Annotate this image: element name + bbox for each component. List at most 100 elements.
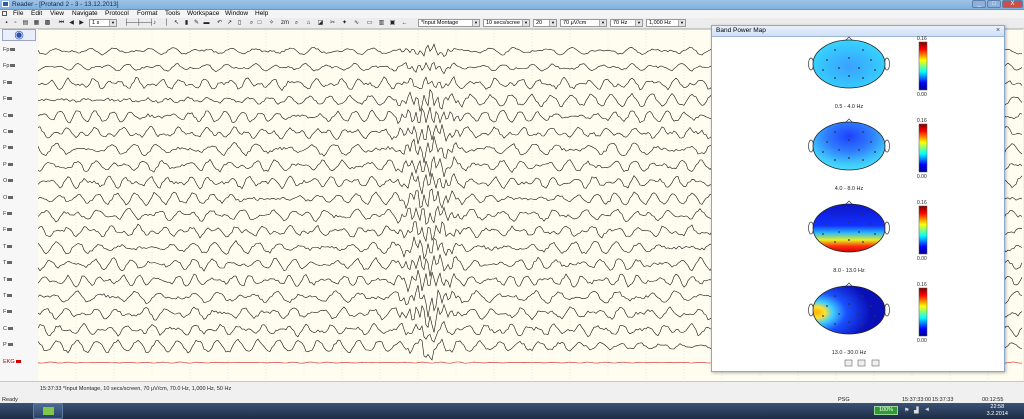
page-select[interactable]: 1 s ▼ — [89, 19, 117, 27]
gear-icon[interactable]: ✦ — [341, 19, 348, 27]
zoom-icon[interactable]: ⌕ — [248, 19, 255, 27]
pointer-icon[interactable]: ↖ — [173, 19, 180, 27]
print-icon[interactable] — [871, 359, 880, 367]
band-head-map: 0.5 - 4.0 Hz 0.16 0.00 — [808, 36, 928, 110]
montage-select[interactable]: *Input Montage ▼ — [418, 19, 480, 27]
channel-label[interactable]: Fp — [3, 47, 16, 53]
colorbar-max-label: 0.16 — [917, 36, 927, 42]
band-power-maps: 0.5 - 4.0 Hz 0.16 0.00 4.0 - 8.0 Hz 0.16 0.00… — [808, 36, 928, 367]
colorbar-max-label: 0.16 — [917, 282, 927, 288]
music-note-icon[interactable]: ♪ — [151, 19, 158, 27]
channel-label[interactable]: T — [3, 277, 13, 283]
menu-protocol[interactable]: Protocol — [105, 10, 129, 18]
channel-label[interactable]: F — [3, 309, 13, 315]
tools-icon[interactable]: ✂ — [329, 19, 336, 27]
band-label: 8.0 - 13.0 Hz — [833, 268, 865, 274]
network-icon[interactable]: ▟ — [914, 407, 919, 414]
eye-icon[interactable]: ◉ — [2, 29, 36, 41]
channel-label[interactable]: F — [3, 211, 13, 217]
channel-label[interactable]: EKG — [3, 359, 21, 365]
channel-label-text: F — [3, 96, 7, 103]
menu-workspace[interactable]: Workspace — [187, 10, 219, 18]
menu-edit[interactable]: Edit — [31, 10, 42, 18]
channel-label[interactable]: C — [3, 129, 13, 135]
menu-navigate[interactable]: Navigate — [72, 10, 98, 18]
map-icon[interactable]: ◪ — [317, 19, 324, 27]
colorbar-min-label: 0.00 — [917, 174, 927, 180]
channel-label-text: P — [3, 145, 7, 152]
flag-icon[interactable]: ⚑ — [904, 407, 909, 414]
next-page-icon[interactable]: ▶ — [78, 19, 85, 27]
ruler-icon[interactable]: ▭ — [366, 19, 373, 27]
zoom-indicator[interactable]: 100% — [874, 406, 898, 415]
channel-label-text: C — [3, 129, 7, 135]
channel-label[interactable]: T — [3, 244, 13, 250]
menu-file[interactable]: File — [13, 10, 23, 18]
list-icon[interactable] — [857, 359, 866, 367]
video-icon[interactable]: ▣ — [389, 19, 396, 27]
channel-label[interactable]: O — [3, 178, 14, 184]
undo-icon[interactable]: ↶ — [216, 19, 223, 27]
channel-label[interactable]: F — [3, 227, 13, 233]
channel-label[interactable]: Fp — [3, 63, 16, 69]
close-button[interactable]: X — [1002, 0, 1023, 8]
print-icon[interactable]: ▤ — [22, 19, 29, 27]
channel-label[interactable]: C — [3, 113, 13, 119]
page-icon[interactable] — [844, 359, 853, 367]
channel-label[interactable]: T — [3, 260, 13, 266]
hf-filter-select[interactable]: 70 Hz ▼ — [610, 19, 643, 27]
menu-help[interactable]: Help — [255, 10, 268, 18]
chart-icon[interactable]: ▥ — [378, 19, 385, 27]
menu-view[interactable]: View — [50, 10, 64, 18]
channel-label[interactable]: P — [3, 162, 13, 168]
close-icon[interactable]: × — [994, 27, 1002, 35]
channel-label[interactable]: P — [3, 145, 13, 151]
channel-label[interactable]: T — [3, 293, 13, 299]
sensitivity-select[interactable]: 70 μV/cm ▼ — [560, 19, 607, 27]
bell-icon[interactable]: ⌂ — [305, 19, 312, 27]
grid-icon[interactable]: ▩ — [44, 19, 51, 27]
measure-icon[interactable]: ✧ — [268, 19, 275, 27]
chevron-down-icon: ▼ — [472, 20, 479, 26]
channel-label-panel: ◉ Fp Fp F F C C P P O O F F T T T T F C P EKG — [0, 29, 39, 381]
marker-icon[interactable]: │ — [163, 19, 170, 27]
event-icon[interactable]: ▮ — [183, 19, 190, 27]
menu-window[interactable]: Window — [225, 10, 248, 18]
search-icon[interactable]: ⌕ — [293, 19, 300, 27]
page-count-select[interactable]: 20 ▼ — [533, 19, 557, 27]
lf-filter-select[interactable]: 1,000 Hz ▼ — [646, 19, 686, 27]
minimize-button[interactable]: _ — [972, 0, 986, 8]
clock[interactable]: 22:58 3.2.2014 — [987, 404, 1008, 418]
channel-label[interactable]: P — [3, 342, 13, 348]
channel-marker-icon — [7, 130, 13, 134]
channel-label[interactable]: F — [3, 80, 13, 86]
zoom-rect-icon[interactable]: □ — [256, 19, 263, 27]
colorbar — [918, 205, 928, 255]
maximize-button[interactable]: □ — [987, 0, 1001, 8]
band-power-map-window[interactable]: Band Power Map × 0.5 - 4.0 Hz 0.16 0.00 … — [711, 25, 1005, 372]
colorbar-min-label: 0.00 — [917, 338, 927, 344]
pen-icon[interactable]: ✎ — [193, 19, 200, 27]
channel-label[interactable]: C — [3, 326, 13, 332]
menu-format[interactable]: Format — [137, 10, 158, 18]
select-rect-icon[interactable]: ▯ — [236, 19, 243, 27]
zoom-text[interactable]: zm — [279, 19, 291, 27]
wave-icon[interactable]: ∿ — [353, 19, 360, 27]
channel-label[interactable]: O — [3, 195, 14, 201]
first-page-icon[interactable]: ⏮ — [58, 19, 65, 27]
comment-icon[interactable]: ▬ — [203, 19, 210, 27]
timebase-select-value: 10 secs/scree — [486, 20, 520, 26]
save-icon[interactable]: ▪ — [3, 19, 10, 27]
cursor-icon[interactable]: ↗ — [226, 19, 233, 27]
volume-icon[interactable]: ◄ — [924, 407, 930, 413]
menu-tools[interactable]: Tools — [165, 10, 180, 18]
prev-page-icon[interactable]: ◀ — [68, 19, 75, 27]
open-icon[interactable]: ▫ — [12, 19, 19, 27]
config-icon[interactable]: ▦ — [33, 19, 40, 27]
timeline-slider[interactable]: ├──┼──┤ — [124, 19, 154, 27]
arrow-left-icon[interactable]: ← — [401, 19, 408, 27]
chevron-down-icon: ▼ — [522, 20, 529, 26]
timebase-select[interactable]: 10 secs/scree ▼ — [483, 19, 530, 27]
channel-label[interactable]: F — [3, 96, 13, 103]
taskbar-app-button[interactable] — [33, 403, 63, 419]
